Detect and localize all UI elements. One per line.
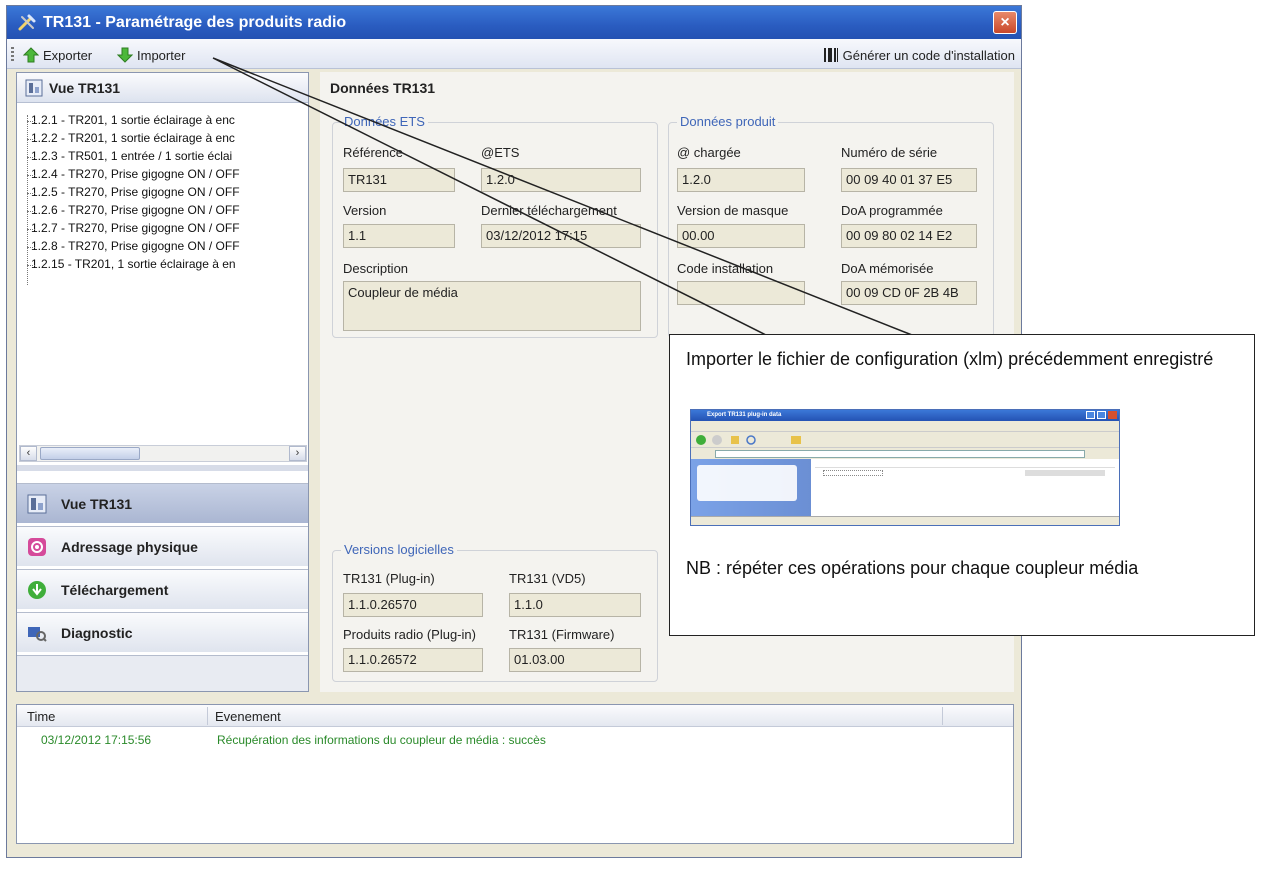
mini-address-bar bbox=[691, 447, 1119, 459]
file-dialog-thumbnail: Export TR131 plug-in data bbox=[690, 409, 1120, 526]
mini-body bbox=[691, 459, 1119, 517]
mini-window-title: Export TR131 plug-in data bbox=[691, 410, 1119, 421]
mini-nav-icons bbox=[696, 435, 801, 445]
callout-note: NB : répéter ces opérations pour chaque … bbox=[686, 558, 1139, 578]
mini-menu-bar bbox=[691, 421, 1119, 431]
callout-box: Importer le fichier de configuration (xl… bbox=[669, 334, 1255, 636]
mini-toolbar bbox=[691, 431, 1119, 447]
callout-title: Importer le fichier de configuration (xl… bbox=[686, 349, 1214, 369]
mini-status-bar bbox=[691, 516, 1119, 525]
